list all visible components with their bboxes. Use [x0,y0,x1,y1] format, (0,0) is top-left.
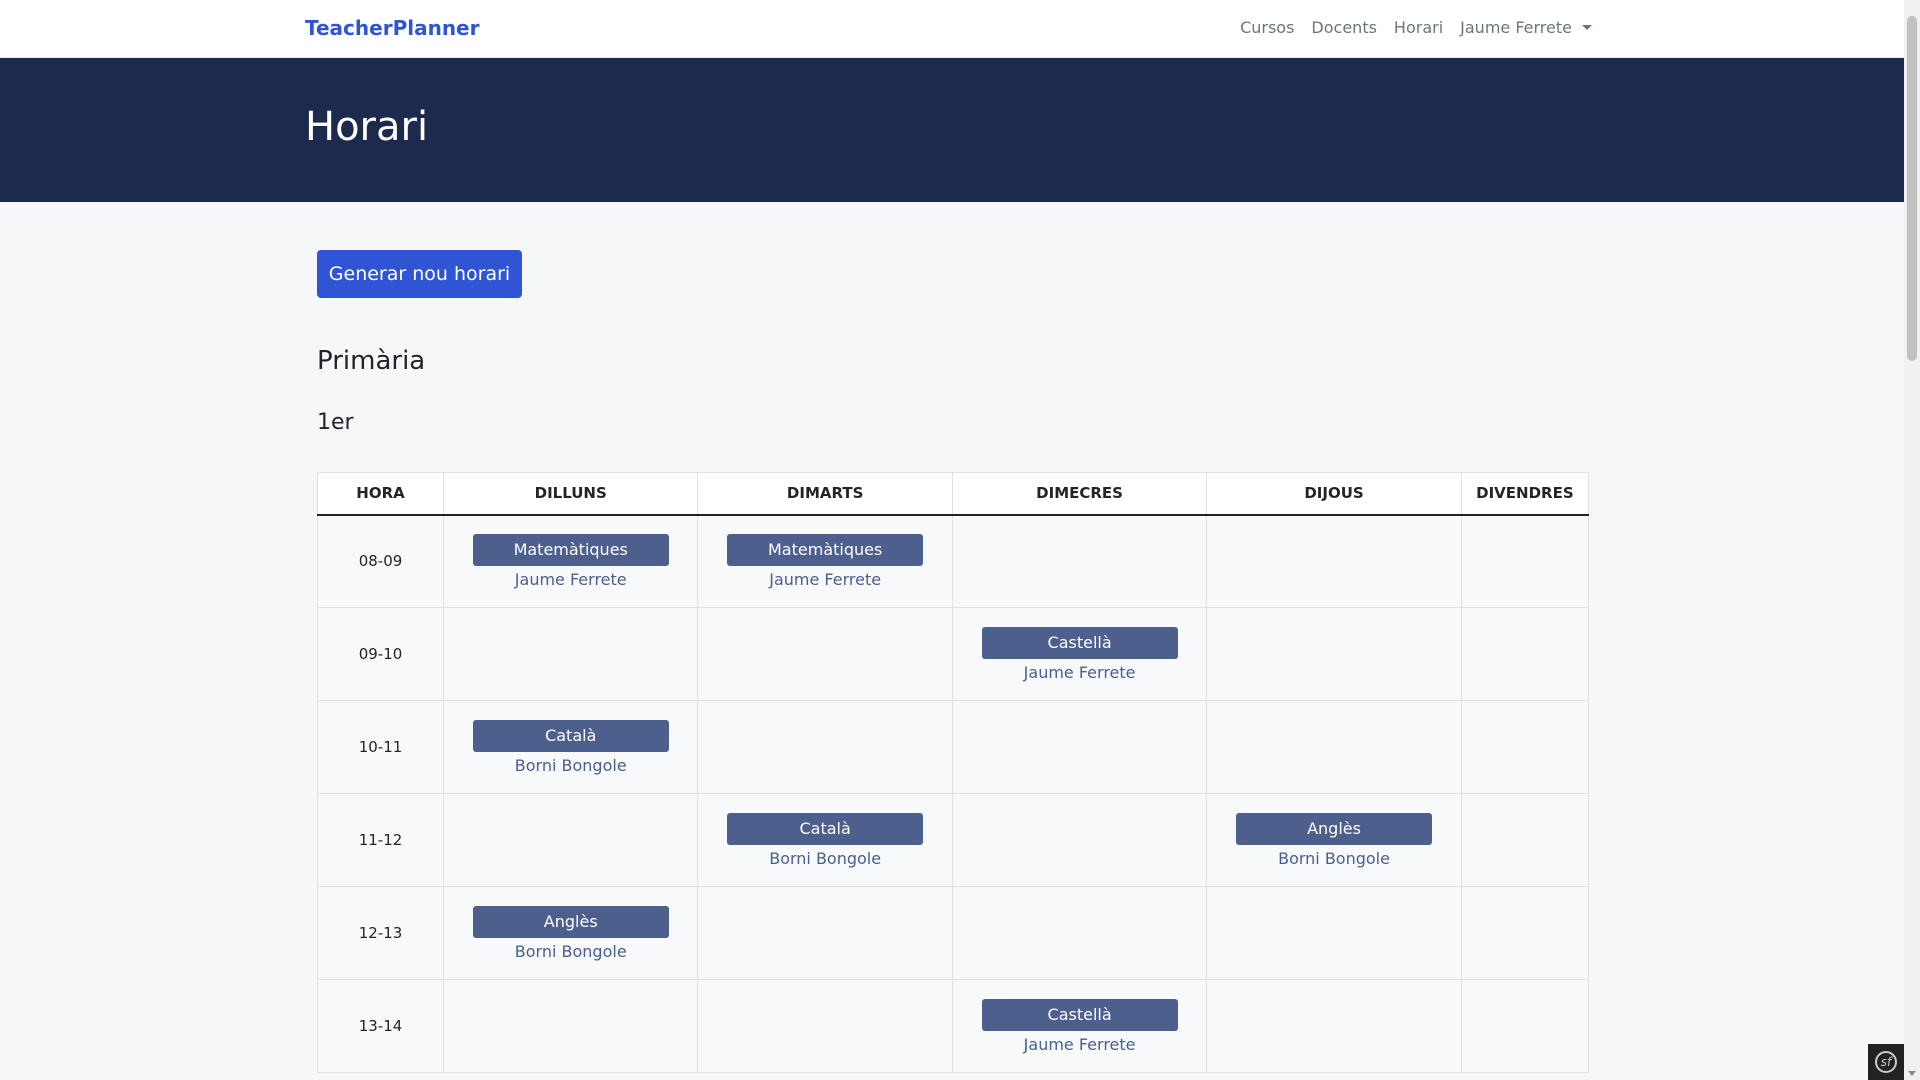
class-slot: Anglès Borni Bongole [1207,812,1460,868]
subject-badge: Català [727,812,924,845]
subject-badge: Castellà [981,626,1178,659]
nav-link-cursos[interactable]: Cursos [1240,18,1294,37]
class-slot: Català Borni Bongole [698,812,951,868]
table-row: 11-12 Català Borni Bongole Anglès Borni Bong… [317,793,1590,887]
schedule-cell: Català Borni Bongole [697,793,953,887]
page-title: Horari [305,104,429,150]
table-row: 13-14 Castellà Jaume Ferrete [317,979,1590,1073]
level-title: Primària [317,346,426,376]
subject-badge: Anglès [1236,812,1433,845]
subject-badge: Català [472,719,669,752]
scroll-down-arrow-icon[interactable] [1908,1071,1916,1076]
schedule-cell [951,514,1208,608]
schedule-cell [1460,979,1590,1073]
schedule-cell: Anglès Borni Bongole [1206,793,1462,887]
schedule-cell [951,886,1208,980]
column-header-hora: HORA [317,472,444,516]
user-menu-toggle[interactable]: Jaume Ferrete [1460,18,1592,37]
teacher-name: Borni Bongole [514,941,627,961]
column-header-divendres: DIVENDRES [1460,472,1590,516]
hour-cell: 08-09 [317,514,444,608]
column-header-dijous: DIJOUS [1206,472,1462,516]
schedule-cell [1460,700,1590,794]
course-title: 1er [317,410,354,435]
schedule-cell: Matemàtiques Jaume Ferrete [697,514,953,608]
nav-links: Cursos Docents Horari Jaume Ferrete [1240,18,1592,37]
teacher-name: Borni Bongole [514,755,627,775]
schedule-cell [697,607,953,701]
subject-badge: Matemàtiques [472,533,669,566]
subject-badge: Castellà [981,998,1178,1031]
schedule-cell: Castellà Jaume Ferrete [951,979,1208,1073]
brand-logo-link[interactable]: TeacherPlanner [305,16,479,40]
generate-schedule-button[interactable]: Generar nou horari [317,250,522,298]
table-row: 12-13 Anglès Borni Bongole [317,886,1590,980]
subject-badge: Matemàtiques [727,533,924,566]
schedule-cell [442,793,699,887]
schedule-table: HORA DILLUNS DIMARTS DIMECRES DIJOUS DIV… [317,472,1590,1073]
teacher-name: Jaume Ferrete [1023,1034,1136,1054]
schedule-cell: Català Borni Bongole [442,700,699,794]
navbar: TeacherPlanner Cursos Docents Horari Jau… [0,0,1904,58]
caret-down-icon [1582,25,1592,30]
schedule-cell [1206,979,1462,1073]
table-row: 10-11 Català Borni Bongole [317,700,1590,794]
column-header-dimarts: DIMARTS [697,472,953,516]
schedule-cell [951,793,1208,887]
class-slot: Anglès Borni Bongole [444,905,697,961]
schedule-cell [697,886,953,980]
schedule-body: 08-09 Matemàtiques Jaume Ferrete Matemàtiqu… [317,514,1590,1073]
table-row: 08-09 Matemàtiques Jaume Ferrete Matemàtiqu… [317,514,1590,608]
nav-link-docents[interactable]: Docents [1311,18,1377,37]
subject-badge: Anglès [472,905,669,938]
schedule-cell [951,700,1208,794]
user-name: Jaume Ferrete [1460,18,1572,37]
schedule-cell [442,607,699,701]
table-header-row: HORA DILLUNS DIMARTS DIMECRES DIJOUS DIV… [317,472,1590,516]
teacher-name: Jaume Ferrete [1023,662,1136,682]
schedule-cell [1460,607,1590,701]
symfony-icon: sf [1875,1051,1897,1073]
schedule-cell [697,979,953,1073]
schedule-cell [697,700,953,794]
schedule-cell [1206,700,1462,794]
hour-cell: 09-10 [317,607,444,701]
column-header-dilluns: DILLUNS [442,472,699,516]
class-slot: Castellà Jaume Ferrete [953,626,1206,682]
page-scrollbar[interactable] [1904,0,1920,1080]
nav-link-horari[interactable]: Horari [1394,18,1443,37]
schedule-cell [1206,514,1462,608]
teacher-name: Borni Bongole [769,848,882,868]
hour-cell: 10-11 [317,700,444,794]
table-row: 09-10 Castellà Jaume Ferrete [317,607,1590,701]
page-header: Horari [0,58,1904,202]
class-slot: Castellà Jaume Ferrete [953,998,1206,1054]
class-slot: Matemàtiques Jaume Ferrete [698,533,951,589]
class-slot: Matemàtiques Jaume Ferrete [444,533,697,589]
hour-cell: 12-13 [317,886,444,980]
schedule-cell [1460,886,1590,980]
hour-cell: 13-14 [317,979,444,1073]
teacher-name: Borni Bongole [1278,848,1390,868]
schedule-cell [1460,514,1590,608]
schedule-cell [1460,793,1590,887]
schedule-cell [1206,607,1462,701]
hour-cell: 11-12 [317,793,444,887]
schedule-cell [1206,886,1462,980]
schedule-cell: Castellà Jaume Ferrete [951,607,1208,701]
teacher-name: Jaume Ferrete [769,569,882,589]
teacher-name: Jaume Ferrete [514,569,627,589]
class-slot: Català Borni Bongole [444,719,697,775]
schedule-cell [442,979,699,1073]
debug-toolbar-button[interactable]: sf [1868,1044,1904,1080]
schedule-cell: Anglès Borni Bongole [442,886,699,980]
column-header-dimecres: DIMECRES [951,472,1208,516]
scrollbar-thumb[interactable] [1907,16,1917,361]
schedule-cell: Matemàtiques Jaume Ferrete [442,514,699,608]
